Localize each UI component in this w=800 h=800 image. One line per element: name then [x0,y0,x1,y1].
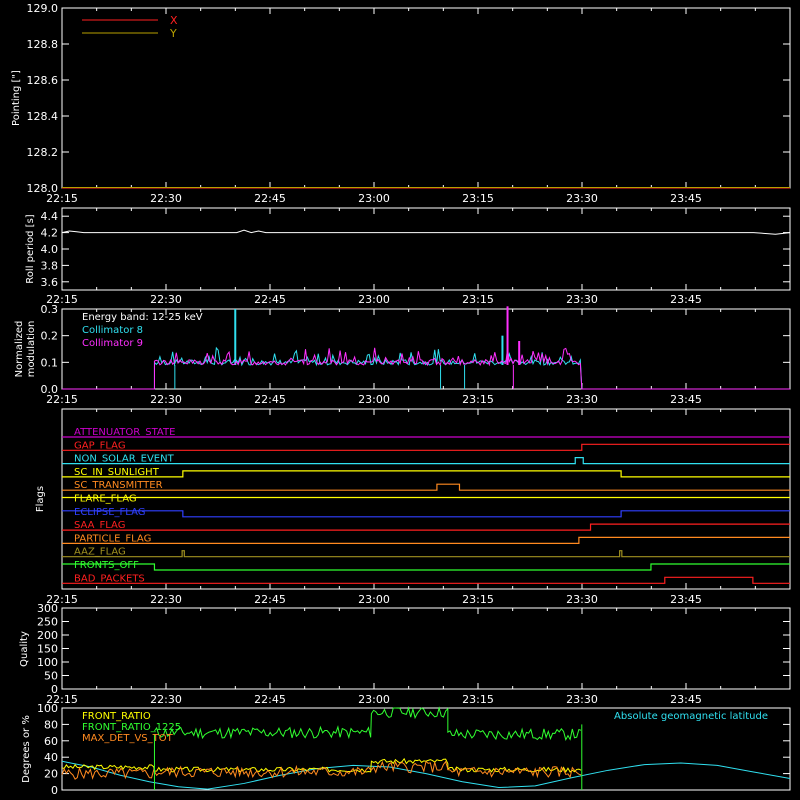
flag-label: FRONTS_OFF [74,560,139,571]
y-tick-label: 0.3 [41,303,59,316]
x-tick-label: 23:45 [670,693,702,706]
y-tick-label: 100 [37,702,58,715]
flag-label: SAA_FLAG [74,520,125,531]
y-tick-label: 150 [37,643,58,656]
flag-label: SC_IN_SUNLIGHT [74,467,160,478]
legend-x-label: X [170,14,178,27]
y-tick-label: 100 [37,656,58,669]
y-tick-label: 20 [44,768,58,781]
y-tick-label: 3.8 [41,259,59,272]
pointing-series [62,187,790,189]
x-tick-label: 23:30 [566,693,598,706]
legend-c9-label: Collimator 9 [82,338,143,349]
legend-front-ratio-1225: FRONT_RATIO_1225 [82,722,181,733]
flag-label: SC_TRANSMITTER [74,480,163,491]
x-tick-label: 23:15 [462,693,494,706]
x-tick-label: 22:30 [150,393,182,406]
x-tick-label: 22:45 [254,393,286,406]
x-tick-label: 22:15 [46,393,78,406]
y-tick-label: 128.6 [27,74,59,87]
x-tick-label: 23:15 [462,593,494,606]
flags-ylabel: Flags [35,486,46,512]
legend-front-ratio: FRONT_RATIO [82,711,151,722]
x-tick-label: 23:00 [358,393,390,406]
flag-label: GAP_FLAG [74,440,126,451]
x-tick-label: 22:30 [150,693,182,706]
y-tick-label: 128.2 [27,146,59,159]
x-tick-label: 23:00 [358,593,390,606]
roll-ylabel: Roll period [s] [25,214,36,283]
x-tick-label: 23:30 [566,192,598,205]
y-tick-label: 0 [51,784,58,797]
x-tick-label: 22:45 [254,693,286,706]
y-tick-label: 3.6 [41,276,59,289]
x-tick-label: 23:45 [670,293,702,306]
y-tick-label: 300 [37,602,58,615]
y-tick-label: 80 [44,718,58,731]
flag-label: ATTENUATOR_STATE [74,427,175,438]
x-tick-label: 22:45 [254,593,286,606]
legend-max-det: MAX_DET_VS_TOT [82,733,174,744]
x-tick-label: 23:45 [670,192,702,205]
flag-label: AAZ_FLAG [74,547,126,558]
y-tick-label: 0.2 [41,330,59,343]
y-tick-label: 128.8 [27,38,59,51]
x-tick-label: 23:15 [462,192,494,205]
chart-canvas: Pointing ["] 128.0128.2128.4128.6128.812… [0,0,800,800]
legend-y-label: Y [169,27,177,40]
y-tick-label: 200 [37,629,58,642]
y-tick-label: 4.2 [41,227,59,240]
pointing-ylabel: Pointing ["] [11,70,22,126]
y-tick-label: 128.4 [27,110,59,123]
x-tick-label: 23:30 [566,593,598,606]
x-tick-label: 23:00 [358,693,390,706]
y-tick-label: 129.0 [27,2,59,15]
modulation-annotation: Energy band: 12-25 keV [82,312,203,323]
front-ratio-ylabel: Degrees or % [21,715,32,783]
y-tick-label: 60 [44,735,58,748]
modulation-ylabel-1: Normalized [14,321,25,378]
x-tick-label: 23:00 [358,293,390,306]
x-tick-label: 23:30 [566,293,598,306]
y-tick-label: 50 [44,670,58,683]
x-tick-label: 23:45 [670,593,702,606]
x-tick-label: 22:30 [150,593,182,606]
x-tick-label: 23:30 [566,393,598,406]
x-tick-label: 23:45 [670,393,702,406]
flag-label: PARTICLE_FLAG [74,533,151,544]
flag-label: NON_SOLAR_EVENT [74,454,175,465]
x-tick-label: 22:45 [254,192,286,205]
x-tick-label: 23:15 [462,293,494,306]
quality-ylabel: Quality [19,631,30,667]
legend-c8-label: Collimator 8 [82,325,143,336]
flag-label: BAD_PACKETS [74,573,145,584]
legend-geomag: Absolute geomagnetic latitude [614,711,768,722]
x-tick-label: 23:00 [358,192,390,205]
y-tick-label: 250 [37,616,58,629]
x-tick-label: 23:15 [462,393,494,406]
x-tick-label: 22:30 [150,192,182,205]
y-tick-label: 0.1 [41,356,59,369]
y-tick-label: 4.4 [41,210,59,223]
x-tick-label: 22:15 [46,192,78,205]
flag-label: FLARE_FLAG [74,494,137,505]
flag-label: ECLIPSE_FLAG [74,507,145,518]
modulation-ylabel-2: modulation [26,321,37,378]
y-tick-label: 40 [44,751,58,764]
y-tick-label: 4.0 [41,243,59,256]
x-tick-label: 22:30 [150,293,182,306]
x-tick-label: 22:45 [254,293,286,306]
